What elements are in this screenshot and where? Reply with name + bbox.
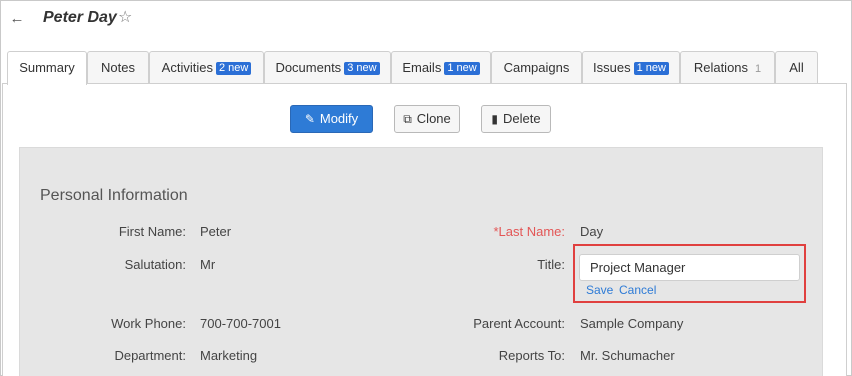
copy-icon: ⧉ [403, 112, 412, 126]
parent-account-label: Parent Account: [473, 316, 565, 331]
relations-count: 1 [755, 63, 762, 75]
tab-label: All [789, 60, 804, 75]
tab-label: Activities [161, 60, 213, 75]
page-title: Peter Day [43, 9, 117, 26]
reports-to-value: Mr. Schumacher [580, 348, 675, 363]
tab-campaigns[interactable]: Campaigns [491, 51, 582, 84]
tab-emails[interactable]: Emails 1 new [391, 51, 491, 84]
tab-label: Summary [19, 60, 75, 75]
tab-activities[interactable]: Activities 2 new [149, 51, 264, 84]
last-name-value: Day [580, 224, 604, 239]
cancel-link[interactable]: Cancel [619, 283, 656, 297]
title-label: Title: [537, 257, 565, 272]
record-header: ← Peter Day ☆ [0, 0, 852, 40]
work-phone-label: Work Phone: [111, 316, 186, 331]
tab-summary[interactable]: Summary [7, 51, 87, 85]
first-name-value: Peter [200, 224, 232, 239]
work-phone-value: 700-700-7001 [200, 316, 281, 331]
pencil-icon: ✎ [304, 112, 315, 126]
tab-label: Emails [402, 60, 442, 75]
tab-notes[interactable]: Notes [87, 51, 149, 84]
new-badge: 1 new [444, 62, 480, 75]
salutation-label: Salutation: [124, 257, 186, 272]
delete-button[interactable]: ▮ Delete [481, 105, 551, 133]
tab-label: Relations [693, 60, 749, 75]
tab-label: Documents [275, 60, 342, 75]
department-label: Department: [114, 348, 186, 363]
reports-to-label: Reports To: [498, 348, 565, 363]
new-badge: 1 new [633, 62, 669, 75]
department-value: Marketing [200, 348, 258, 363]
tab-documents[interactable]: Documents 3 new [264, 51, 391, 84]
delete-label: Delete [503, 111, 541, 126]
salutation-value: Mr [200, 257, 216, 272]
save-link[interactable]: Save [586, 283, 613, 297]
tab-all[interactable]: All [775, 51, 818, 84]
new-badge: 2 new [215, 62, 252, 75]
tab-label: Issues [593, 60, 631, 75]
parent-account-value: Sample Company [580, 316, 684, 331]
new-badge: 3 new [344, 62, 380, 75]
title-input[interactable] [579, 254, 800, 281]
trash-icon: ▮ [491, 112, 499, 126]
star-outline-icon[interactable]: ☆ [118, 8, 132, 28]
first-name-label: First Name: [118, 224, 186, 239]
tab-issues[interactable]: Issues 1 new [582, 51, 680, 84]
last-name-label: *Last Name: [493, 224, 565, 239]
clone-button[interactable]: ⧉ Clone [394, 105, 460, 133]
arrow-left-icon[interactable]: ← [9, 9, 25, 29]
section-title: Personal Information [40, 187, 188, 204]
clone-label: Clone [416, 111, 451, 126]
tab-relations[interactable]: Relations 1 [680, 51, 775, 84]
modify-label: Modify [319, 111, 359, 126]
tab-label: Campaigns [503, 60, 570, 75]
modify-button[interactable]: ✎ Modify [290, 105, 373, 133]
tab-label: Notes [101, 60, 135, 75]
